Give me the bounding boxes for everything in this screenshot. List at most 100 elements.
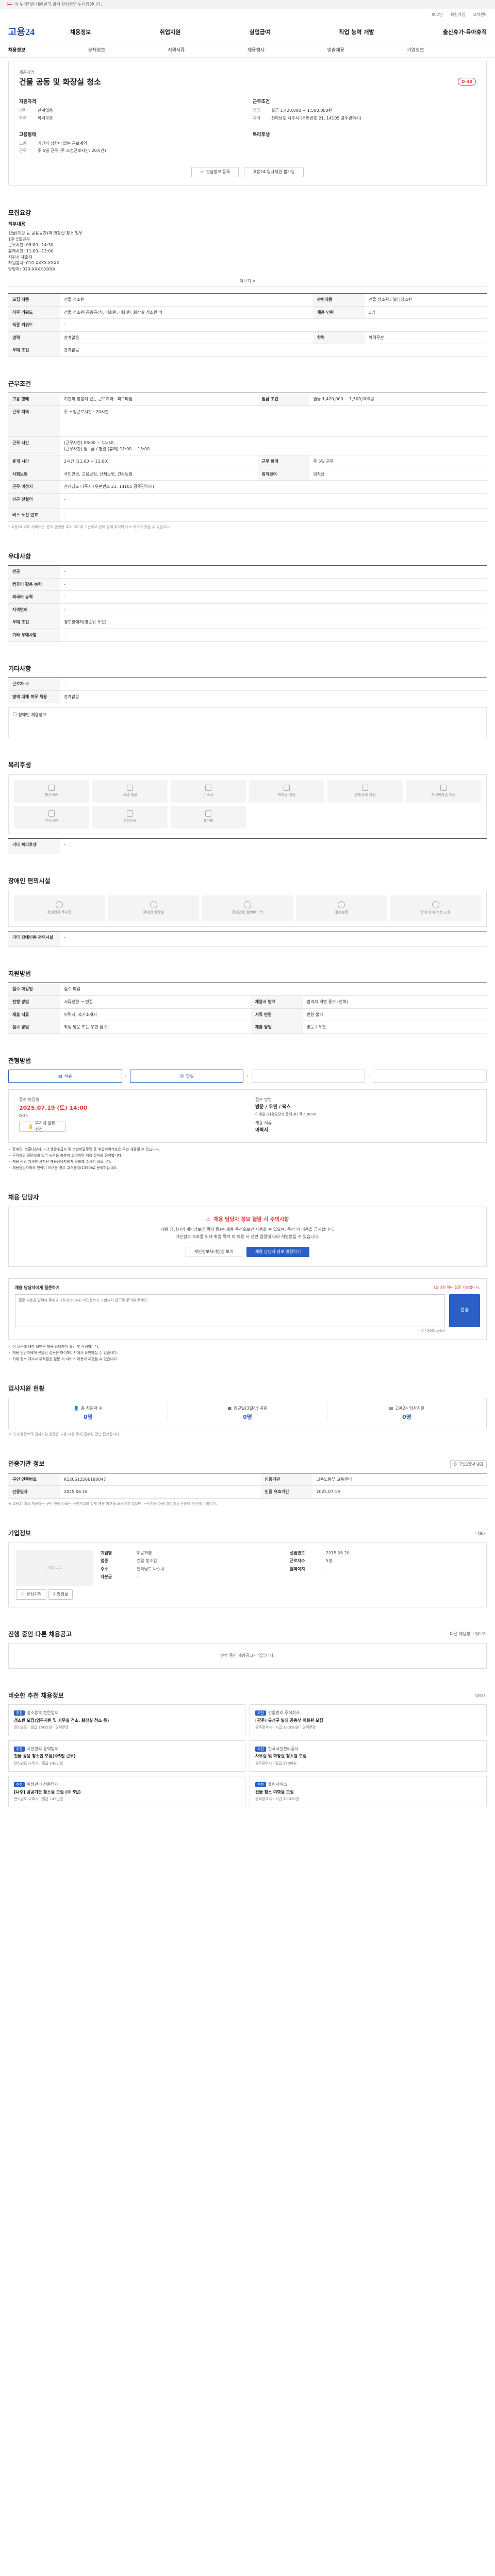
dorm-icon: [205, 785, 211, 791]
section-title: 모집요강: [8, 209, 31, 216]
company-box: 기업 로고 ♡ 관심기업 기업정보 기업명 제공처명 설립연도 2015.06.20 업…: [8, 1542, 487, 1607]
vacation-icon: [205, 810, 211, 817]
lnb-item[interactable]: 채용행사: [248, 47, 327, 54]
disabled-section: 장애인 편의시설 장애인용 주차장 장애인 화장실 장애인용 엘리베이터 점자블…: [8, 877, 487, 947]
prefer-section: 우대사항 전공 - 컴퓨터 활용 능력 - 외국어 능력 - 자격면허 - 우대 조건 경…: [8, 552, 487, 642]
apply-disabled-button[interactable]: 고용24 입사지원 불가능: [244, 166, 304, 177]
gift-icon: [362, 785, 368, 791]
rec-card[interactable]: 추천 한국시설관리공사 사무실 및 화장실 청소원 모집 광주광역시 · 월급 150…: [250, 1740, 487, 1772]
step-interview: ☺ 면접: [129, 1070, 244, 1083]
arrow-icon: ›: [246, 1074, 249, 1079]
arrow-icon: ›: [125, 1074, 127, 1079]
step-empty: [251, 1070, 366, 1083]
step-document: ▤ 서류: [8, 1070, 122, 1083]
gnb-training[interactable]: 직업 능력 개발: [339, 28, 374, 37]
info-table: 구인 인증번호 K120612506180047 인증기관 고용노동부 고용센터 인증…: [8, 1472, 487, 1499]
process-section: 전형방법 ▤ 서류 › ☺ 면접 › › 접수 마감일 2025.07.19 (토)…: [8, 1057, 487, 1171]
login-link[interactable]: 로그인: [432, 12, 443, 18]
education-icon: [432, 901, 439, 909]
lnb-item[interactable]: 지원서류: [168, 47, 248, 54]
company-more-link[interactable]: 더보기: [475, 1531, 487, 1537]
welfare-item: 자녀학자금 지원: [406, 779, 481, 803]
question-input[interactable]: [15, 1294, 445, 1327]
bell-icon: 🔔: [28, 1124, 33, 1129]
gnb-support[interactable]: 취업지원: [160, 28, 180, 37]
elevator-icon: [243, 901, 251, 909]
manager-section: 채용 담당자 ⚠ 채용 담당자 정보 열람 시 주의사항 채용 담당자의 개인정보…: [8, 1193, 487, 1362]
global-nav: 고용24 채용정보 취업지원 실업급여 직업 능력 개발 출산휴가·육아휴직: [0, 21, 495, 44]
rec-card[interactable]: 추천 위생관리 전문업체 [나주] 공공기관 청소원 모집 (주 5일) 전라남도 나…: [8, 1775, 245, 1808]
welfare-grid: 통근버스 식사 제공 기숙사 학자금 지원 경조사비 지원 자녀학자금 지원 건…: [8, 774, 487, 834]
calendar-icon: ▦: [227, 1405, 232, 1411]
welfare-item: 휴가비: [171, 805, 246, 828]
disabled-grid: 장애인용 주차장 장애인 화장실 장애인용 엘리베이터 점자블록 장애 인식 개…: [8, 889, 487, 927]
more-button[interactable]: 더보기 ∨: [8, 278, 487, 287]
signup-link[interactable]: 회원가입: [450, 12, 465, 18]
applicants-section: 입사지원 현황 👤 총 지원자 수 0명 ▦ 최근일(3일간) 지원 0명 ▤ 고용24 …: [8, 1384, 487, 1437]
facility-item: 점자블록: [296, 895, 387, 921]
rec-grid: 추천 청소용역 전문업체 청소원 모집(업무지원 및 사무실 청소, 화장실 청소 …: [8, 1704, 487, 1808]
step-empty: [373, 1070, 487, 1083]
health-icon: [48, 810, 55, 817]
work-table: 고용 형태 기간의 정함이 없는 근로계약 · 파트타임 임금 조건 월급 1,420…: [8, 393, 487, 522]
interest-button[interactable]: ☆ 관심정보 등록: [191, 166, 239, 177]
company-name: 제공처명: [19, 70, 35, 75]
person-icon: ☺: [179, 1074, 184, 1079]
lnb-item[interactable]: 기업정보: [407, 47, 487, 54]
process-steps: ▤ 서류 › ☺ 면접 › ›: [8, 1070, 487, 1083]
star-icon: ☆: [200, 170, 204, 175]
rec-card[interactable]: 추천 시설관리 용역업체 건물 공용 청소원 모집(주5일 근무) 전라남도 나주시 …: [8, 1740, 245, 1772]
certificate-button[interactable]: ⎙ 구인인증서 발급: [450, 1460, 487, 1469]
manager-box: ⚠ 채용 담당자 정보 열람 시 주의사항 채용 담당자의 개인정보(연락처 등)…: [8, 1206, 487, 1267]
checkbox[interactable]: [13, 712, 17, 717]
disabled-check-box: 장애인 채용정보: [8, 707, 487, 739]
company-section: 기업정보 더보기 기업 로고 ♡ 관심기업 기업정보 기업명 제공처명 설립연도 2015…: [8, 1529, 487, 1607]
rec-card[interactable]: 추천 청소용역 전문업체 청소원 모집(업무지원 및 사무실 청소, 화장실 청소 …: [8, 1704, 245, 1736]
send-button[interactable]: 전송: [449, 1294, 480, 1327]
doc-icon: ▤: [58, 1074, 62, 1079]
view-manager-button[interactable]: 채용 담당자 정보 열람하기: [246, 1247, 310, 1258]
privacy-button[interactable]: 개인정보처리방침 보기: [185, 1247, 242, 1258]
lnb-item[interactable]: 맞춤채용: [327, 47, 407, 54]
lnb-item[interactable]: 공채정보: [88, 47, 168, 54]
local-nav: 채용정보 공채정보 지원서류 채용행사 맞춤채용 기업정보: [0, 44, 495, 58]
info-section: 인증기관 정보 ⎙ 구인인증서 발급 구인 인증번호 K120612506180047…: [8, 1460, 487, 1506]
etc-section: 기타사항 근로자 수- 병역 대체 복무 채용 관계없음 장애인 채용정보: [8, 665, 487, 739]
rec-card[interactable]: 추천 건물관리 주식회사 [광주] 유성구 빌딩 공용부 미화원 모집 광주광역시 ·…: [250, 1704, 487, 1736]
other-more-link[interactable]: 다른 채용정보 더보기: [450, 1631, 487, 1637]
facility-item: 장애인용 엘리베이터: [202, 895, 293, 921]
help-link[interactable]: 고객센터: [473, 12, 488, 18]
qual-heading: 지원자격: [19, 99, 37, 105]
toilet-icon: [150, 901, 157, 909]
question-box: 채용 담당자에게 질문하기1일 3회 이내 질문 가능합니다. 전송 0 / 5…: [8, 1278, 487, 1340]
lnb-item[interactable]: 채용정보: [8, 47, 88, 54]
util-bar: 로그인 회원가입 고객센터: [0, 9, 495, 21]
welfare-heading: 복리후생: [253, 132, 270, 138]
alert-button[interactable]: 🔔 구직자 알림 신청: [19, 1121, 65, 1132]
scholarship-icon: [284, 785, 290, 791]
cond-heading: 근무조건: [253, 99, 270, 105]
flag-icon: [7, 3, 12, 6]
dday-badge: D-30: [457, 77, 476, 86]
doc-icon: ▤: [389, 1405, 393, 1411]
heart-icon: ♡: [21, 1591, 25, 1597]
gnb-leave[interactable]: 출산휴가·육아휴직: [443, 28, 487, 37]
gnb-jobs[interactable]: 채용정보: [70, 28, 91, 37]
recommend-section: 비슷한 추천 채용정보 더보기 추천 청소용역 전문업체 청소원 모집(업무지원 및 …: [8, 1691, 487, 1808]
print-icon: ⎙: [454, 1462, 457, 1467]
rec-card[interactable]: 추천 클린서비스 건물 청소 미화원 모집 광주광역시 · 시급 10,030원: [250, 1775, 487, 1808]
gov-banner: 이 누리집은 대한민국 공식 전자정부 누리집입니다.: [0, 0, 495, 9]
fav-company-button[interactable]: ♡ 관심기업: [16, 1589, 46, 1600]
site-logo[interactable]: 고용24: [8, 25, 70, 39]
gnb-benefit[interactable]: 실업급여: [249, 28, 270, 37]
welfare-other: 기타 복리후생 -: [8, 838, 487, 854]
rec-more-link[interactable]: 더보기: [475, 1693, 487, 1699]
welfare-item: 기숙사: [171, 779, 246, 803]
present-icon: [127, 810, 133, 817]
job-title: 건물 공동 및 화장실 청소 D-30: [19, 77, 476, 88]
deadline: 2025.07.19 (토) 14:00: [19, 1104, 88, 1111]
company-info-button[interactable]: 기업정보: [48, 1589, 73, 1600]
parking-icon: [56, 901, 63, 909]
reception-box: 접수 마감일 2025.07.19 (토) 14:00 D-30 🔔 구직자 알림…: [8, 1089, 487, 1143]
warning-icon: ⚠: [206, 1216, 211, 1223]
